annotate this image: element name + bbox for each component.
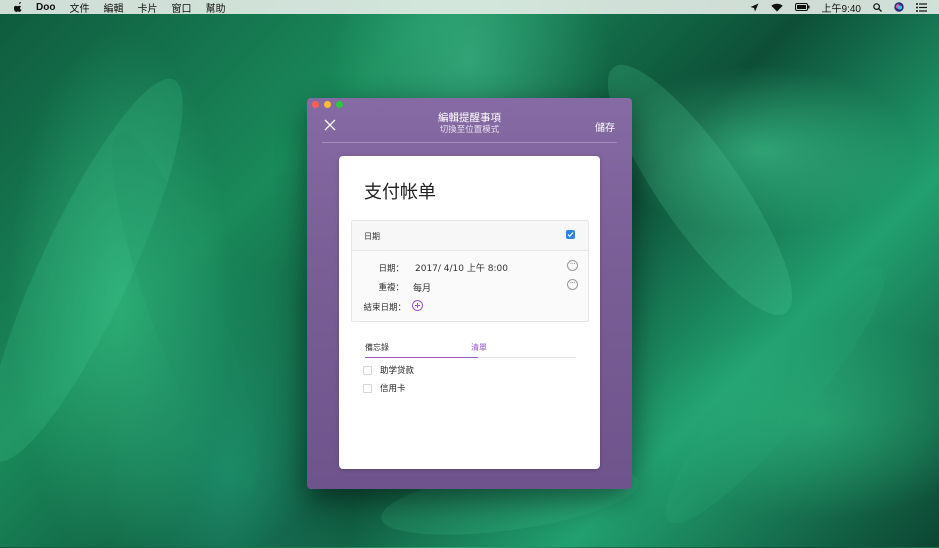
reminder-card: 支付帐单 日期 日期： 2017/ 4/10 上午 8:00 ··· 重複： 每… xyxy=(339,156,600,469)
repeat-label: 重複： xyxy=(378,283,404,293)
date-value[interactable]: 2017/ 4/10 上午 8:00 xyxy=(415,261,508,274)
date-panel-header: 日期 xyxy=(352,221,588,251)
menu-help[interactable]: 幫助 xyxy=(205,0,225,15)
end-date-label: 結束日期： xyxy=(363,303,406,313)
battery-icon[interactable] xyxy=(794,3,810,11)
window-zoom-button[interactable] xyxy=(336,101,343,108)
apple-icon[interactable] xyxy=(14,2,23,12)
save-button[interactable]: 儲存 xyxy=(595,119,615,134)
checklist-item: 信用卡 xyxy=(363,382,406,394)
edit-reminder-window: 編輯提醒事項 切換至位置模式 儲存 支付帐单 日期 日期： 2017/ 4/10… xyxy=(307,98,632,489)
date-section-label: 日期 xyxy=(364,232,380,241)
checklist-item-label[interactable]: 信用卡 xyxy=(380,382,406,394)
date-panel: 日期 日期： 2017/ 4/10 上午 8:00 ··· 重複： 每月 ···… xyxy=(351,220,589,322)
menu-card[interactable]: 卡片 xyxy=(137,0,157,15)
window-close-button[interactable] xyxy=(312,101,319,108)
checklist-item: 助学贷款 xyxy=(363,364,414,376)
date-label: 日期： xyxy=(378,264,404,274)
tab-indicator xyxy=(365,357,478,358)
menu-window[interactable]: 窗口 xyxy=(171,0,191,15)
siri-icon[interactable] xyxy=(894,2,904,12)
location-icon[interactable] xyxy=(750,3,759,12)
clock-text[interactable]: 上午9:40 xyxy=(822,0,861,15)
window-controls xyxy=(312,101,348,108)
wifi-icon[interactable] xyxy=(770,3,783,12)
wallpaper-leaf xyxy=(87,119,283,501)
menu-app-name[interactable]: Doo xyxy=(36,2,55,13)
spotlight-search-icon[interactable] xyxy=(873,2,882,12)
add-end-date-icon[interactable] xyxy=(412,300,423,311)
header-divider xyxy=(322,142,617,143)
repeat-more-icon[interactable]: ··· xyxy=(567,279,578,290)
checklist-item-label[interactable]: 助学贷款 xyxy=(380,364,414,376)
menu-bar: Doo 文件 編輯 卡片 窗口 幫助 上午9:40 xyxy=(0,0,939,15)
checklist-checkbox[interactable] xyxy=(363,383,372,393)
task-title[interactable]: 支付帐单 xyxy=(364,178,436,204)
tab-notes[interactable]: 備忘錄 xyxy=(365,342,389,353)
checklist-checkbox[interactable] xyxy=(363,365,372,375)
date-enabled-checkbox[interactable] xyxy=(566,230,575,239)
window-minimize-button[interactable] xyxy=(324,101,331,108)
menu-edit[interactable]: 編輯 xyxy=(103,0,123,15)
date-more-icon[interactable]: ··· xyxy=(567,260,578,271)
repeat-value[interactable]: 每月 xyxy=(413,281,431,294)
menu-file[interactable]: 文件 xyxy=(69,0,89,15)
tab-list[interactable]: 清單 xyxy=(471,342,487,353)
switch-location-mode-link[interactable]: 切換至位置模式 xyxy=(307,123,632,135)
notes-list-tabs: 備忘錄 清單 xyxy=(365,342,576,358)
notification-center-icon[interactable] xyxy=(916,2,927,12)
